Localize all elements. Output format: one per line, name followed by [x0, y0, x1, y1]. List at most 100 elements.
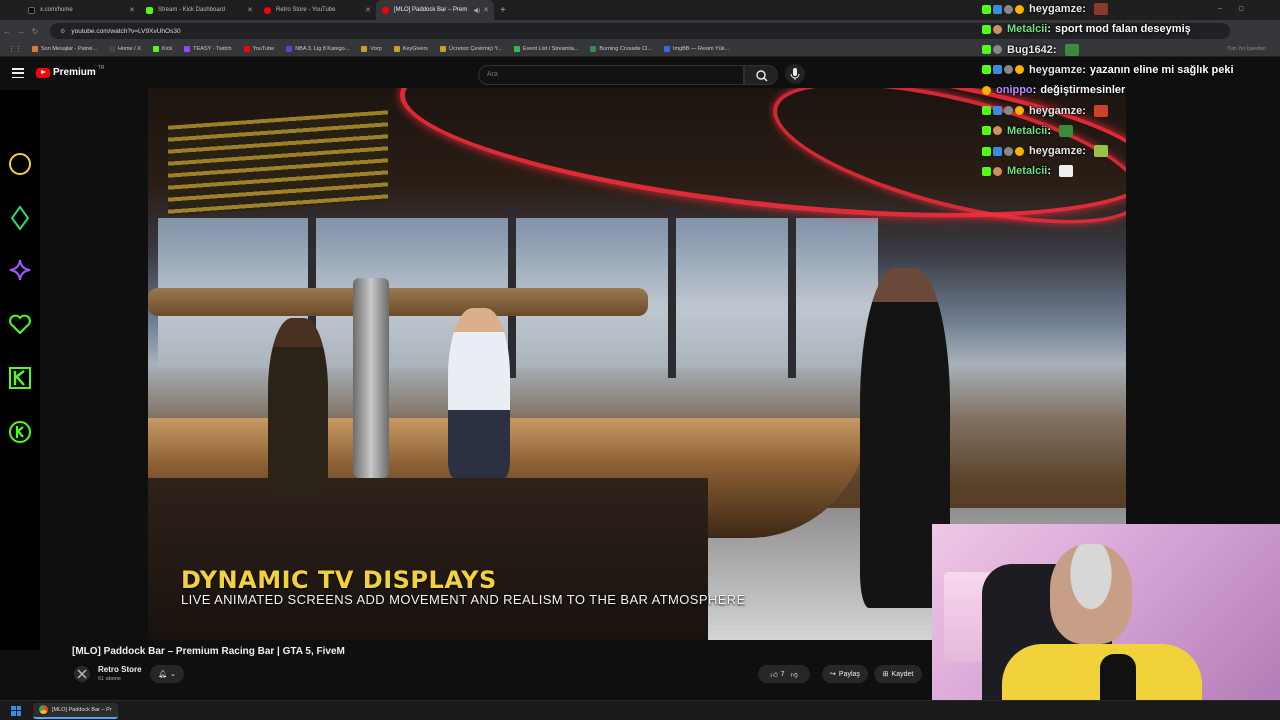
save-button[interactable]: ⊞ Kaydet	[874, 665, 922, 683]
chat-emote-icon	[1064, 43, 1079, 56]
bookmark-item[interactable]: Event List / Streamla...	[514, 46, 578, 52]
bookmark-icon	[663, 46, 670, 52]
browser-tab[interactable]: Stream - Kick Dashboard ✕	[140, 0, 258, 20]
bookmark-item[interactable]: ImgBB — Resim Yük...	[663, 46, 729, 52]
bookmark-item[interactable]: TEASY - Twitch	[184, 46, 232, 52]
bookmark-item[interactable]: Burning Crusade Cl...	[590, 46, 652, 52]
heart-icon	[9, 314, 31, 335]
subscriber-badge-icon	[1004, 106, 1013, 115]
chat-username[interactable]: Metalcii	[1007, 23, 1047, 35]
search-button[interactable]	[744, 65, 778, 85]
kick-badge-icon	[982, 45, 991, 55]
bookmark-item[interactable]: Vorp	[361, 46, 382, 52]
like-count: 7	[780, 670, 785, 678]
chat-username[interactable]: heygamze	[1029, 64, 1082, 76]
chat-separator: :	[1082, 145, 1086, 158]
hamburger-menu-icon[interactable]	[12, 68, 24, 78]
new-tab-icon[interactable]: +	[500, 5, 506, 16]
thumb-down-icon[interactable]: 👎︎	[791, 670, 798, 679]
chat-separator: :	[1082, 104, 1086, 117]
browser-tab[interactable]: Retro Store - YouTube ✕	[258, 0, 376, 20]
bookmark-icon	[32, 46, 38, 52]
search-input[interactable]: Ara	[478, 65, 744, 85]
chat-username[interactable]: heygamze	[1029, 145, 1082, 157]
chat-username[interactable]: heygamze	[1029, 3, 1082, 15]
youtube-favicon-icon	[382, 6, 389, 14]
bookmark-item[interactable]: YouTube	[243, 46, 274, 52]
share-label: Paylaş	[838, 670, 860, 678]
chat-separator: :	[1082, 3, 1086, 15]
chat-emote-icon	[1093, 3, 1108, 15]
back-icon[interactable]: ←	[0, 27, 14, 36]
close-tab-icon[interactable]: ✕	[483, 6, 489, 14]
forward-icon[interactable]: →	[14, 27, 28, 36]
taskbar-window-label: [MLO] Paddock Bar – Pr	[52, 706, 112, 713]
tab-label: Retro Store - YouTube	[276, 7, 336, 13]
logo-text: Premium	[53, 67, 96, 78]
channel-avatar[interactable]	[74, 666, 90, 682]
site-info-icon[interactable]: ⚙	[60, 28, 65, 35]
reload-icon[interactable]: ↻	[28, 27, 42, 36]
apps-icon[interactable]: ⋮⋮	[8, 45, 22, 53]
kick-circle-icon	[9, 421, 31, 443]
bookmark-icon	[514, 46, 521, 52]
bookmark-item[interactable]: KeyGivers	[393, 46, 428, 52]
close-tab-icon[interactable]: ✕	[129, 6, 135, 14]
kick-logo-icon	[9, 367, 31, 389]
chat-message: heygamze :	[982, 142, 1108, 160]
chat-emote-icon	[1093, 104, 1108, 117]
kick-favicon-icon	[146, 6, 153, 14]
close-tab-icon[interactable]: ✕	[365, 6, 371, 14]
browser-tab-active[interactable]: [MLO] Paddock Bar – Prem ◀) ✕	[376, 0, 494, 20]
share-button[interactable]: ↪ Paylaş	[822, 665, 868, 683]
chat-emote-icon	[1093, 145, 1108, 158]
chat-text: değiştirmesinler	[1040, 84, 1126, 97]
bookmark-item[interactable]: Kick	[152, 46, 172, 52]
chat-emote-icon	[1059, 165, 1074, 178]
channel-logo-icon	[77, 669, 87, 679]
close-tab-icon[interactable]: ✕	[247, 6, 253, 14]
patron-figure	[268, 318, 328, 498]
patron-figure	[448, 308, 510, 478]
bookmark-item[interactable]: NBA 3. Lig 8 Katego...	[286, 46, 349, 52]
bookmark-item[interactable]: Home / X	[108, 46, 141, 52]
chat-message: Bug1642 :	[982, 41, 1079, 59]
like-dislike-group[interactable]: 👍︎ 7 👎︎	[758, 665, 810, 683]
thumb-up-icon[interactable]: 👍︎	[770, 670, 777, 679]
search-icon	[756, 70, 768, 82]
folder-icon	[440, 46, 447, 52]
notification-bell-button[interactable]: 🔔︎ ⌄	[150, 665, 184, 683]
taskbar-chrome-window[interactable]: [MLO] Paddock Bar – Pr	[33, 702, 118, 719]
webcam-overlay	[932, 524, 1280, 720]
speaker-icon[interactable]: ◀)	[473, 7, 480, 14]
beer-tap-column	[353, 278, 389, 478]
bookmark-item[interactable]: Ücretsiz Çevirmiçi Y...	[440, 46, 502, 52]
windows-start-icon[interactable]	[11, 705, 21, 716]
bookmark-item[interactable]: Son Mesajlar - Patrei...	[32, 46, 97, 52]
channel-name[interactable]: Retro Store	[98, 665, 142, 674]
chat-username[interactable]: Metalcii	[1007, 165, 1047, 177]
bar-front-panel	[148, 478, 708, 640]
video-caption-subtitle: LIVE ANIMATED SCREENS ADD MOVEMENT AND R…	[181, 592, 746, 607]
kick-icon	[152, 46, 159, 52]
chat-separator: :	[1047, 165, 1052, 178]
chat-message: Metalcii :	[982, 122, 1074, 140]
region-code: TR	[97, 64, 105, 71]
browser-tab[interactable]: x.com/home ✕	[22, 0, 140, 20]
bell-icon: 🔔︎	[158, 671, 167, 678]
chat-username[interactable]: onippo	[996, 84, 1033, 96]
chat-message: heygamze :	[982, 102, 1108, 120]
youtube-premium-logo[interactable]: Premium TR	[36, 64, 105, 78]
folder-icon	[361, 46, 368, 52]
chat-username[interactable]: heygamze	[1029, 105, 1082, 117]
chat-text: sport mod falan deseymiş	[1055, 23, 1191, 36]
verified-badge-icon	[993, 4, 1002, 14]
bookmark-icon	[286, 46, 293, 52]
folder-icon	[393, 46, 400, 52]
chat-username[interactable]: Bug1642	[1007, 44, 1053, 56]
chat-username[interactable]: Metalcii	[1007, 125, 1047, 137]
sparkle-icon	[9, 259, 31, 281]
voice-search-button[interactable]	[785, 64, 805, 84]
chat-message: onippo : değiştirmesinler	[982, 81, 1125, 99]
chat-separator: :	[1047, 124, 1052, 137]
